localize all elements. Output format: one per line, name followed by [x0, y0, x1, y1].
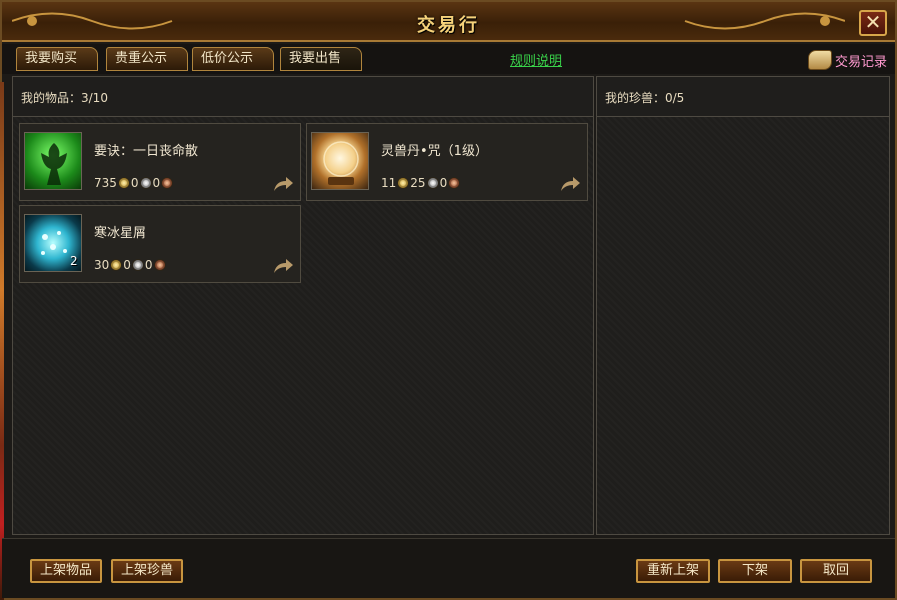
close-icon: ✕: [864, 10, 882, 34]
item-card[interactable]: 灵兽丹•咒（1级） 11 25 0: [306, 123, 588, 201]
copper-amount: 0: [152, 176, 161, 190]
copper-coin-icon: [153, 259, 166, 271]
delist-button[interactable]: 下架: [718, 559, 792, 583]
gold-amount: 11: [381, 176, 397, 190]
tab-sell[interactable]: 我要出售: [280, 47, 362, 71]
item-name: 寒冰星屑: [94, 226, 147, 241]
silver-amount: 25: [410, 176, 426, 190]
copper-coin-icon: [448, 177, 461, 189]
item-name: 要诀：一日丧命散: [94, 144, 199, 159]
tab-valuable-announcement[interactable]: 贵重公示: [106, 47, 188, 71]
trade-record-label: 交易记录: [834, 54, 887, 70]
list-item-button[interactable]: 上架物品: [30, 559, 102, 583]
list-pet-button[interactable]: 上架珍兽: [111, 559, 183, 583]
crystal-orb-icon: [311, 132, 369, 190]
green-figure-icon: [24, 132, 82, 190]
rules-link[interactable]: 规则说明: [510, 50, 562, 69]
relist-button[interactable]: 重新上架: [636, 559, 710, 583]
trade-record-button[interactable]: 交易记录: [807, 48, 887, 72]
copper-amount: 0: [144, 258, 153, 272]
my-items-header: 我的物品：3/10: [13, 77, 593, 117]
item-count: 2: [70, 254, 78, 268]
tab-low-price-announcement[interactable]: 低价公示: [192, 47, 274, 71]
my-pets-list: [597, 117, 889, 534]
item-card[interactable]: 要诀：一日丧命散 735 0 0: [19, 123, 301, 201]
scroll-icon: [807, 50, 832, 70]
share-arrow-icon[interactable]: [272, 176, 294, 192]
window-edge-decoration: [0, 82, 4, 600]
retrieve-button[interactable]: 取回: [800, 559, 872, 583]
silver-amount: 0: [123, 258, 131, 272]
share-arrow-icon[interactable]: [272, 258, 294, 274]
trade-window: 交易行 ✕ 我要购买 贵重公示 低价公示 我要出售 规则说明 交易记录 我的物品…: [0, 0, 897, 600]
item-price: 11 25 0: [381, 176, 461, 190]
gold-amount: 735: [94, 176, 117, 190]
silver-coin-icon: [426, 177, 439, 189]
silver-coin-icon: [139, 177, 152, 189]
item-card[interactable]: 2 寒冰星屑 30 0 0: [19, 205, 301, 283]
my-items-panel: 我的物品：3/10 要诀：一日丧命散 735 0 0 灵兽丹•咒（1级） 11 …: [12, 76, 594, 535]
gold-coin-icon: [397, 177, 410, 189]
close-button[interactable]: ✕: [859, 10, 887, 36]
gold-amount: 30: [94, 258, 110, 272]
copper-amount: 0: [439, 176, 448, 190]
item-price: 735 0 0: [94, 176, 174, 190]
tab-bar: 我要购买 贵重公示 低价公示 我要出售 规则说明 交易记录: [2, 44, 895, 74]
item-name: 灵兽丹•咒（1级）: [381, 144, 488, 159]
gold-coin-icon: [117, 177, 130, 189]
my-pets-panel: 我的珍兽：0/5: [596, 76, 890, 535]
ornament-right-icon: [684, 12, 845, 30]
silver-coin-icon: [131, 259, 144, 271]
share-arrow-icon[interactable]: [559, 176, 581, 192]
copper-coin-icon: [161, 177, 174, 189]
title-bar: 交易行 ✕: [2, 2, 895, 42]
item-price: 30 0 0: [94, 258, 167, 272]
my-items-list: 要诀：一日丧命散 735 0 0 灵兽丹•咒（1级） 11 25 0 2 寒冰星…: [13, 117, 593, 534]
gold-coin-icon: [110, 259, 123, 271]
my-pets-header: 我的珍兽：0/5: [597, 77, 889, 117]
tab-buy[interactable]: 我要购买: [16, 47, 98, 71]
silver-amount: 0: [130, 176, 139, 190]
